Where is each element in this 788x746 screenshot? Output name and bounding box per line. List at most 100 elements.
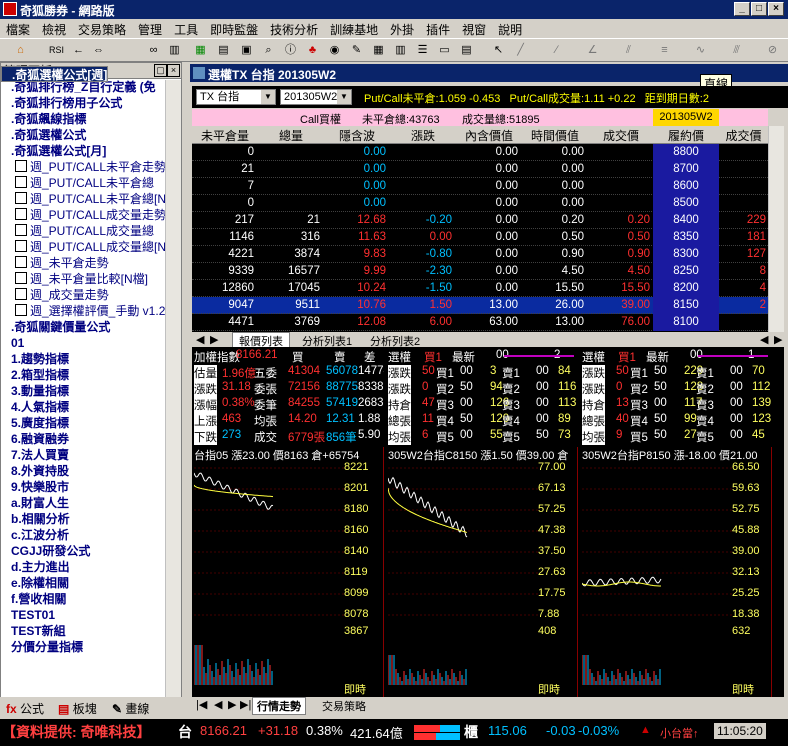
tree-item[interactable]: b.相關分析 bbox=[1, 511, 181, 527]
tab-formula[interactable]: fx 公式 bbox=[6, 700, 44, 717]
tree-item[interactable]: 週_成交量走勢 bbox=[1, 287, 181, 303]
col-put-price[interactable]: 成交價 bbox=[719, 127, 768, 144]
scroll-right-icon[interactable]: ▶ bbox=[774, 333, 782, 346]
minimize-button[interactable]: _ bbox=[734, 2, 750, 16]
tab-trade-strategy[interactable]: 交易策略 bbox=[318, 698, 370, 714]
panel-close-icon[interactable]: × bbox=[167, 64, 180, 77]
col-time-value[interactable]: 時間價值 bbox=[522, 127, 588, 144]
menu-training[interactable]: 訓練基地 bbox=[324, 19, 384, 38]
delete-icon[interactable]: ⊘ bbox=[764, 42, 781, 59]
panel-scrollbar[interactable] bbox=[165, 80, 181, 718]
bell-icon[interactable]: ♣ bbox=[304, 42, 321, 59]
col-iv[interactable]: 隱含波 bbox=[324, 127, 390, 144]
table-row[interactable]: 21 0.00 0.00 0.00 8700 bbox=[192, 161, 768, 178]
list-icon[interactable]: ☰ bbox=[414, 42, 431, 59]
tree-item[interactable]: .奇狐選權公式[月] bbox=[1, 143, 181, 159]
col-intrinsic[interactable]: 內含價值 bbox=[456, 127, 522, 144]
chevron-down-icon[interactable]: ▼ bbox=[337, 90, 351, 104]
tree-item[interactable]: 週_PUT/CALL未平倉走勢 bbox=[1, 159, 181, 175]
channel-icon[interactable]: ⫻ bbox=[728, 42, 745, 59]
tree-item[interactable]: 01 bbox=[1, 335, 181, 351]
tree-item[interactable]: .奇狐選權公式 bbox=[1, 127, 181, 143]
text-icon[interactable]: ≡ bbox=[656, 42, 673, 59]
print-icon[interactable]: ▤ bbox=[458, 42, 475, 59]
tree-item[interactable]: 分價分量指標 bbox=[1, 639, 181, 655]
tree-item[interactable]: TEST01 bbox=[1, 607, 181, 623]
tree-item[interactable]: 週_選擇權評價_手動 v1.2 bbox=[1, 303, 181, 319]
scroll-left-icon[interactable]: |◀ bbox=[196, 698, 207, 711]
tree-item[interactable]: 週_PUT/CALL未平倉總 bbox=[1, 175, 181, 191]
line-icon[interactable]: ╱ bbox=[512, 42, 529, 59]
chart-icon[interactable]: ▥ bbox=[166, 42, 183, 59]
tree-item[interactable]: 2.箱型指標 bbox=[1, 367, 181, 383]
intraday-chart[interactable]: 305W2台指P8150 漲-18.00 價21.00 66.50 59.63 52.… bbox=[580, 447, 772, 697]
tree-item[interactable]: f.營收相關 bbox=[1, 591, 181, 607]
intraday-chart[interactable]: 305W2台指C8150 漲1.50 價39.00 倉 77.00 67.13 57.… bbox=[386, 447, 578, 697]
tree-item[interactable]: 週_未平倉量比較[N檔] bbox=[1, 271, 181, 287]
contract-select[interactable]: 201305W2 ▼ bbox=[280, 89, 352, 105]
tree-item[interactable]: 8.外資持股 bbox=[1, 463, 181, 479]
col-oi[interactable]: 未平倉量 bbox=[192, 127, 258, 144]
menu-plugin[interactable]: 外掛 bbox=[384, 19, 420, 38]
scroll-left-icon[interactable]: ◀ bbox=[196, 333, 204, 346]
tree-item[interactable]: c.江波分析 bbox=[1, 527, 181, 543]
ray-icon[interactable]: ∕ bbox=[548, 42, 565, 59]
tree-item[interactable]: .奇狐選權公式[週] bbox=[1, 66, 109, 82]
tree-item[interactable]: 週_PUT/CALL成交量走勢 bbox=[1, 207, 181, 223]
menu-addons[interactable]: 插件 bbox=[420, 19, 456, 38]
intraday-chart[interactable]: 台指05 漲23.00 價8163 倉+65754 8221 8201 8180 816… bbox=[192, 447, 384, 697]
pointer-icon[interactable]: ↖ bbox=[490, 42, 507, 59]
tree-item[interactable]: a.財富人生 bbox=[1, 495, 181, 511]
tree-item[interactable]: TEST新組 bbox=[1, 623, 181, 639]
table-row[interactable]: 7 0.00 0.00 0.00 8600 bbox=[192, 178, 768, 195]
menu-help[interactable]: 說明 bbox=[492, 19, 528, 38]
pen-icon[interactable]: ✎ bbox=[348, 42, 365, 59]
col-price[interactable]: 成交價 bbox=[588, 127, 654, 144]
tree-item[interactable]: 週_PUT/CALL未平倉總[N bbox=[1, 191, 181, 207]
rsi-icon[interactable]: RSI bbox=[48, 42, 65, 59]
menu-strategy[interactable]: 交易策略 bbox=[72, 19, 132, 38]
binoculars-icon[interactable]: ∞ bbox=[145, 42, 162, 59]
scroll-next-icon[interactable]: ▶ bbox=[228, 698, 236, 711]
calendar-icon[interactable]: ▤ bbox=[215, 42, 232, 59]
table-row[interactable]: 4221 3874 9.83 -0.80 0.00 0.90 0.90 8300 127 bbox=[192, 246, 768, 263]
table-row[interactable]: 12860 17045 10.24 -1.50 0.00 15.50 15.50 8200 4 bbox=[192, 280, 768, 297]
menu-analysis[interactable]: 技術分析 bbox=[264, 19, 324, 38]
scroll-left-icon[interactable]: ◀ bbox=[760, 333, 768, 346]
col-change[interactable]: 漲跌 bbox=[390, 127, 456, 144]
scroll-end-icon[interactable]: ▶| bbox=[240, 698, 251, 711]
menu-monitor[interactable]: 即時監盤 bbox=[204, 19, 264, 38]
tree-item[interactable]: 週_PUT/CALL成交量總[N bbox=[1, 239, 181, 255]
arrows-icon[interactable]: ⇔ bbox=[90, 42, 107, 59]
table-row[interactable]: 0 0.00 0.00 0.00 8800 bbox=[192, 144, 768, 161]
menu-window[interactable]: 視窗 bbox=[456, 19, 492, 38]
table-row[interactable]: 1146 316 11.63 0.00 0.00 0.50 0.50 8350 181 bbox=[192, 229, 768, 246]
float-icon[interactable]: ▢ bbox=[154, 64, 167, 77]
tree-item[interactable]: 9.快樂股市 bbox=[1, 479, 181, 495]
symbol-select[interactable]: TX 台指 ▼ bbox=[196, 89, 276, 105]
col-strike[interactable]: 履約價 bbox=[653, 127, 719, 144]
tab-market-trend[interactable]: 行情走勢 bbox=[252, 697, 306, 715]
fan-icon[interactable]: ⫽ bbox=[620, 42, 637, 59]
close-button[interactable]: × bbox=[768, 2, 784, 16]
tree-item[interactable]: .奇狐關鍵價量公式 bbox=[1, 319, 181, 335]
tree-item[interactable]: CGJJ研發公式 bbox=[1, 543, 181, 559]
tree-item[interactable]: 5.廣度指標 bbox=[1, 415, 181, 431]
menu-file[interactable]: 檔案 bbox=[0, 19, 36, 38]
table-row[interactable]: 217 21 12.68 -0.20 0.00 0.20 0.20 8400 229 bbox=[192, 212, 768, 229]
maximize-button[interactable]: □ bbox=[751, 2, 767, 16]
table-row[interactable]: 4471 3769 12.08 6.00 63.00 13.00 76.00 8100 bbox=[192, 314, 768, 331]
table-scrollbar[interactable] bbox=[768, 126, 784, 332]
tree-item[interactable]: 6.融資融券 bbox=[1, 431, 181, 447]
angle-icon[interactable]: ∠ bbox=[584, 42, 601, 59]
layout-icon[interactable]: ▥ bbox=[392, 42, 409, 59]
table-icon[interactable]: ▦ bbox=[192, 42, 209, 59]
window-icon[interactable]: ▣ bbox=[238, 42, 255, 59]
table-row[interactable]: 9339 16577 9.99 -2.30 0.00 4.50 4.50 8250 8 bbox=[192, 263, 768, 280]
scroll-prev-icon[interactable]: ◀ bbox=[214, 698, 222, 711]
arrow-left-icon[interactable]: ← bbox=[70, 42, 87, 59]
tree-item[interactable]: 3.動量指標 bbox=[1, 383, 181, 399]
tree-item[interactable]: e.除權相關 bbox=[1, 575, 181, 591]
menu-tools[interactable]: 工具 bbox=[168, 19, 204, 38]
tree-item[interactable]: 7.法人買賣 bbox=[1, 447, 181, 463]
